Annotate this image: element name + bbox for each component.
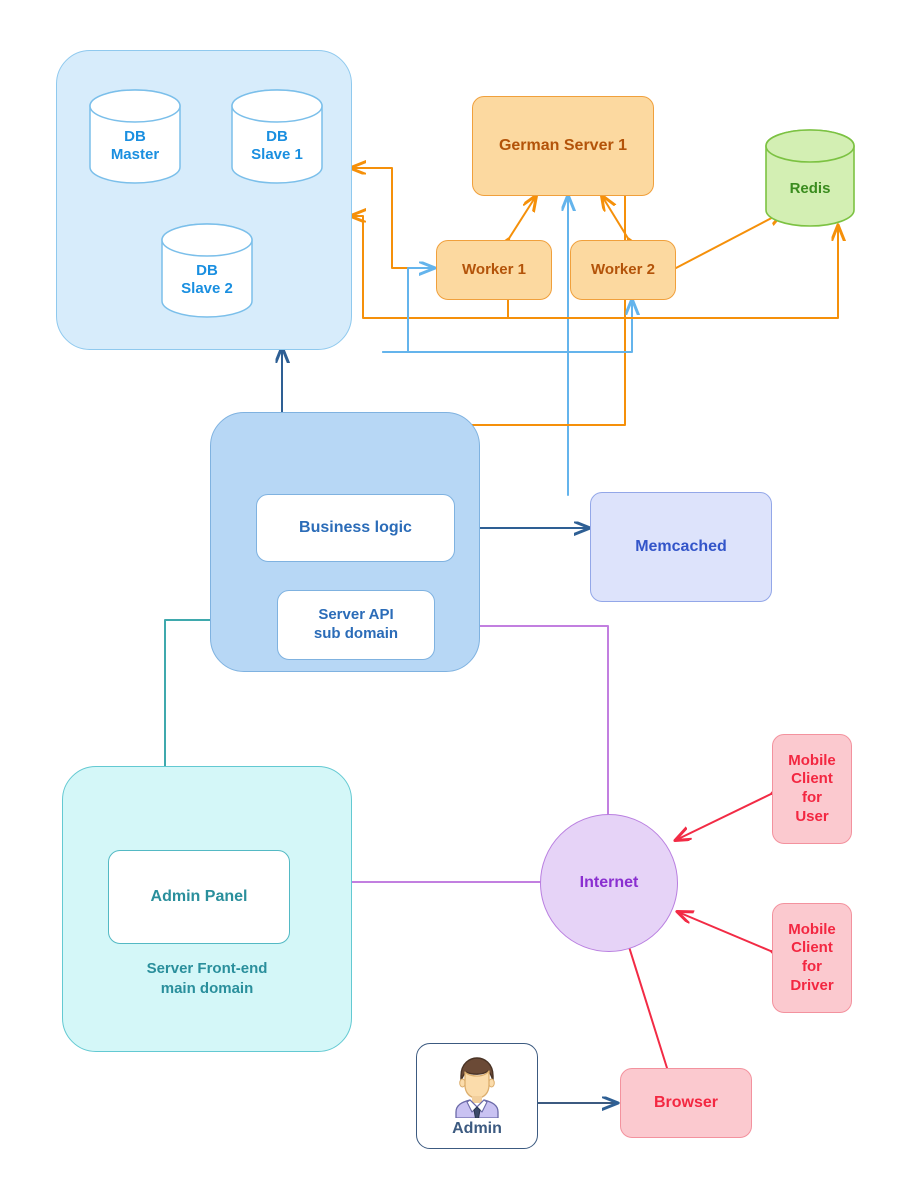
front-end-caption-line1: Server Front-end: [146, 960, 268, 977]
node-business-logic[interactable]: Business logic: [256, 494, 455, 562]
db-slave-1-line1: DB: [266, 128, 288, 145]
german-server-1-label: German Server 1: [498, 137, 628, 154]
mobile-client-driver-line4: Driver: [790, 976, 834, 994]
node-admin-panel[interactable]: Admin Panel: [108, 850, 290, 944]
admin-panel-label: Admin Panel: [150, 888, 248, 905]
db-master-line2: Master: [110, 146, 160, 163]
node-mobile-client-driver[interactable]: Mobile Client for Driver: [772, 903, 852, 1013]
mobile-client-user-line3: for: [802, 789, 822, 806]
mobile-client-driver-line3: for: [802, 958, 822, 975]
wire-mobiledriver-internet: [678, 912, 773, 952]
front-end-caption-line2: main domain: [160, 979, 254, 997]
db-master-line1: DB: [124, 128, 146, 145]
db-slave-1-line2: Slave 1: [251, 146, 303, 163]
mobile-client-user-line2: Client: [791, 770, 833, 788]
node-internet[interactable]: Internet: [540, 814, 678, 952]
wire-worker1-germanserver: [508, 196, 536, 240]
worker-1-label: Worker 1: [462, 260, 526, 278]
admin-label: Admin: [452, 1119, 502, 1137]
cylinder-shape: [765, 129, 855, 227]
server-api-line2: sub domain: [313, 625, 399, 642]
db-slave-2-line2: Slave 2: [181, 280, 233, 297]
worker-2-label: Worker 2: [591, 260, 655, 278]
admin-inner: Admin: [446, 1054, 508, 1139]
admin-avatar-icon: [455, 1056, 499, 1118]
redis-label: Redis: [789, 180, 831, 197]
node-redis[interactable]: Redis: [764, 128, 856, 228]
mobile-client-user-line1: Mobile: [788, 751, 836, 769]
node-db-master[interactable]: DB Master: [88, 88, 182, 185]
node-mobile-client-user[interactable]: Mobile Client for User: [772, 734, 852, 844]
wire-dbcluster-worker2: [382, 300, 632, 353]
db-slave-2-line1: DB: [196, 262, 218, 279]
node-admin[interactable]: Admin: [416, 1043, 538, 1149]
internet-label: Internet: [579, 874, 639, 891]
node-memcached[interactable]: Memcached: [590, 492, 772, 602]
business-logic-label: Business logic: [299, 519, 412, 536]
front-end-caption: Server Front-end main domain: [63, 959, 351, 998]
wire-browser-internet: [625, 934, 668, 1069]
browser-label: Browser: [653, 1094, 719, 1111]
node-worker-2[interactable]: Worker 2: [570, 240, 676, 300]
wire-mobileuser-internet: [676, 793, 773, 840]
node-server-api[interactable]: Server API sub domain: [277, 590, 435, 660]
node-german-server-1[interactable]: German Server 1: [472, 96, 654, 196]
mobile-client-driver-line1: Mobile: [788, 920, 836, 938]
wire-worker2-germanserver: [602, 196, 629, 240]
server-api-line1: Server API: [318, 606, 394, 624]
memcached-label: Memcached: [635, 538, 727, 555]
mobile-client-user-line4: User: [795, 807, 829, 825]
wire-dbcluster-worker1: [382, 268, 434, 353]
node-browser[interactable]: Browser: [620, 1068, 752, 1138]
diagram-canvas: Server Front-end main domain DB Master D…: [0, 0, 917, 1200]
mobile-client-driver-line2: Client: [791, 939, 833, 957]
node-worker-1[interactable]: Worker 1: [436, 240, 552, 300]
wire-worker1-dbcluster: [351, 168, 413, 269]
node-db-slave-1[interactable]: DB Slave 1: [230, 88, 324, 185]
node-db-slave-2[interactable]: DB Slave 2: [160, 222, 254, 319]
